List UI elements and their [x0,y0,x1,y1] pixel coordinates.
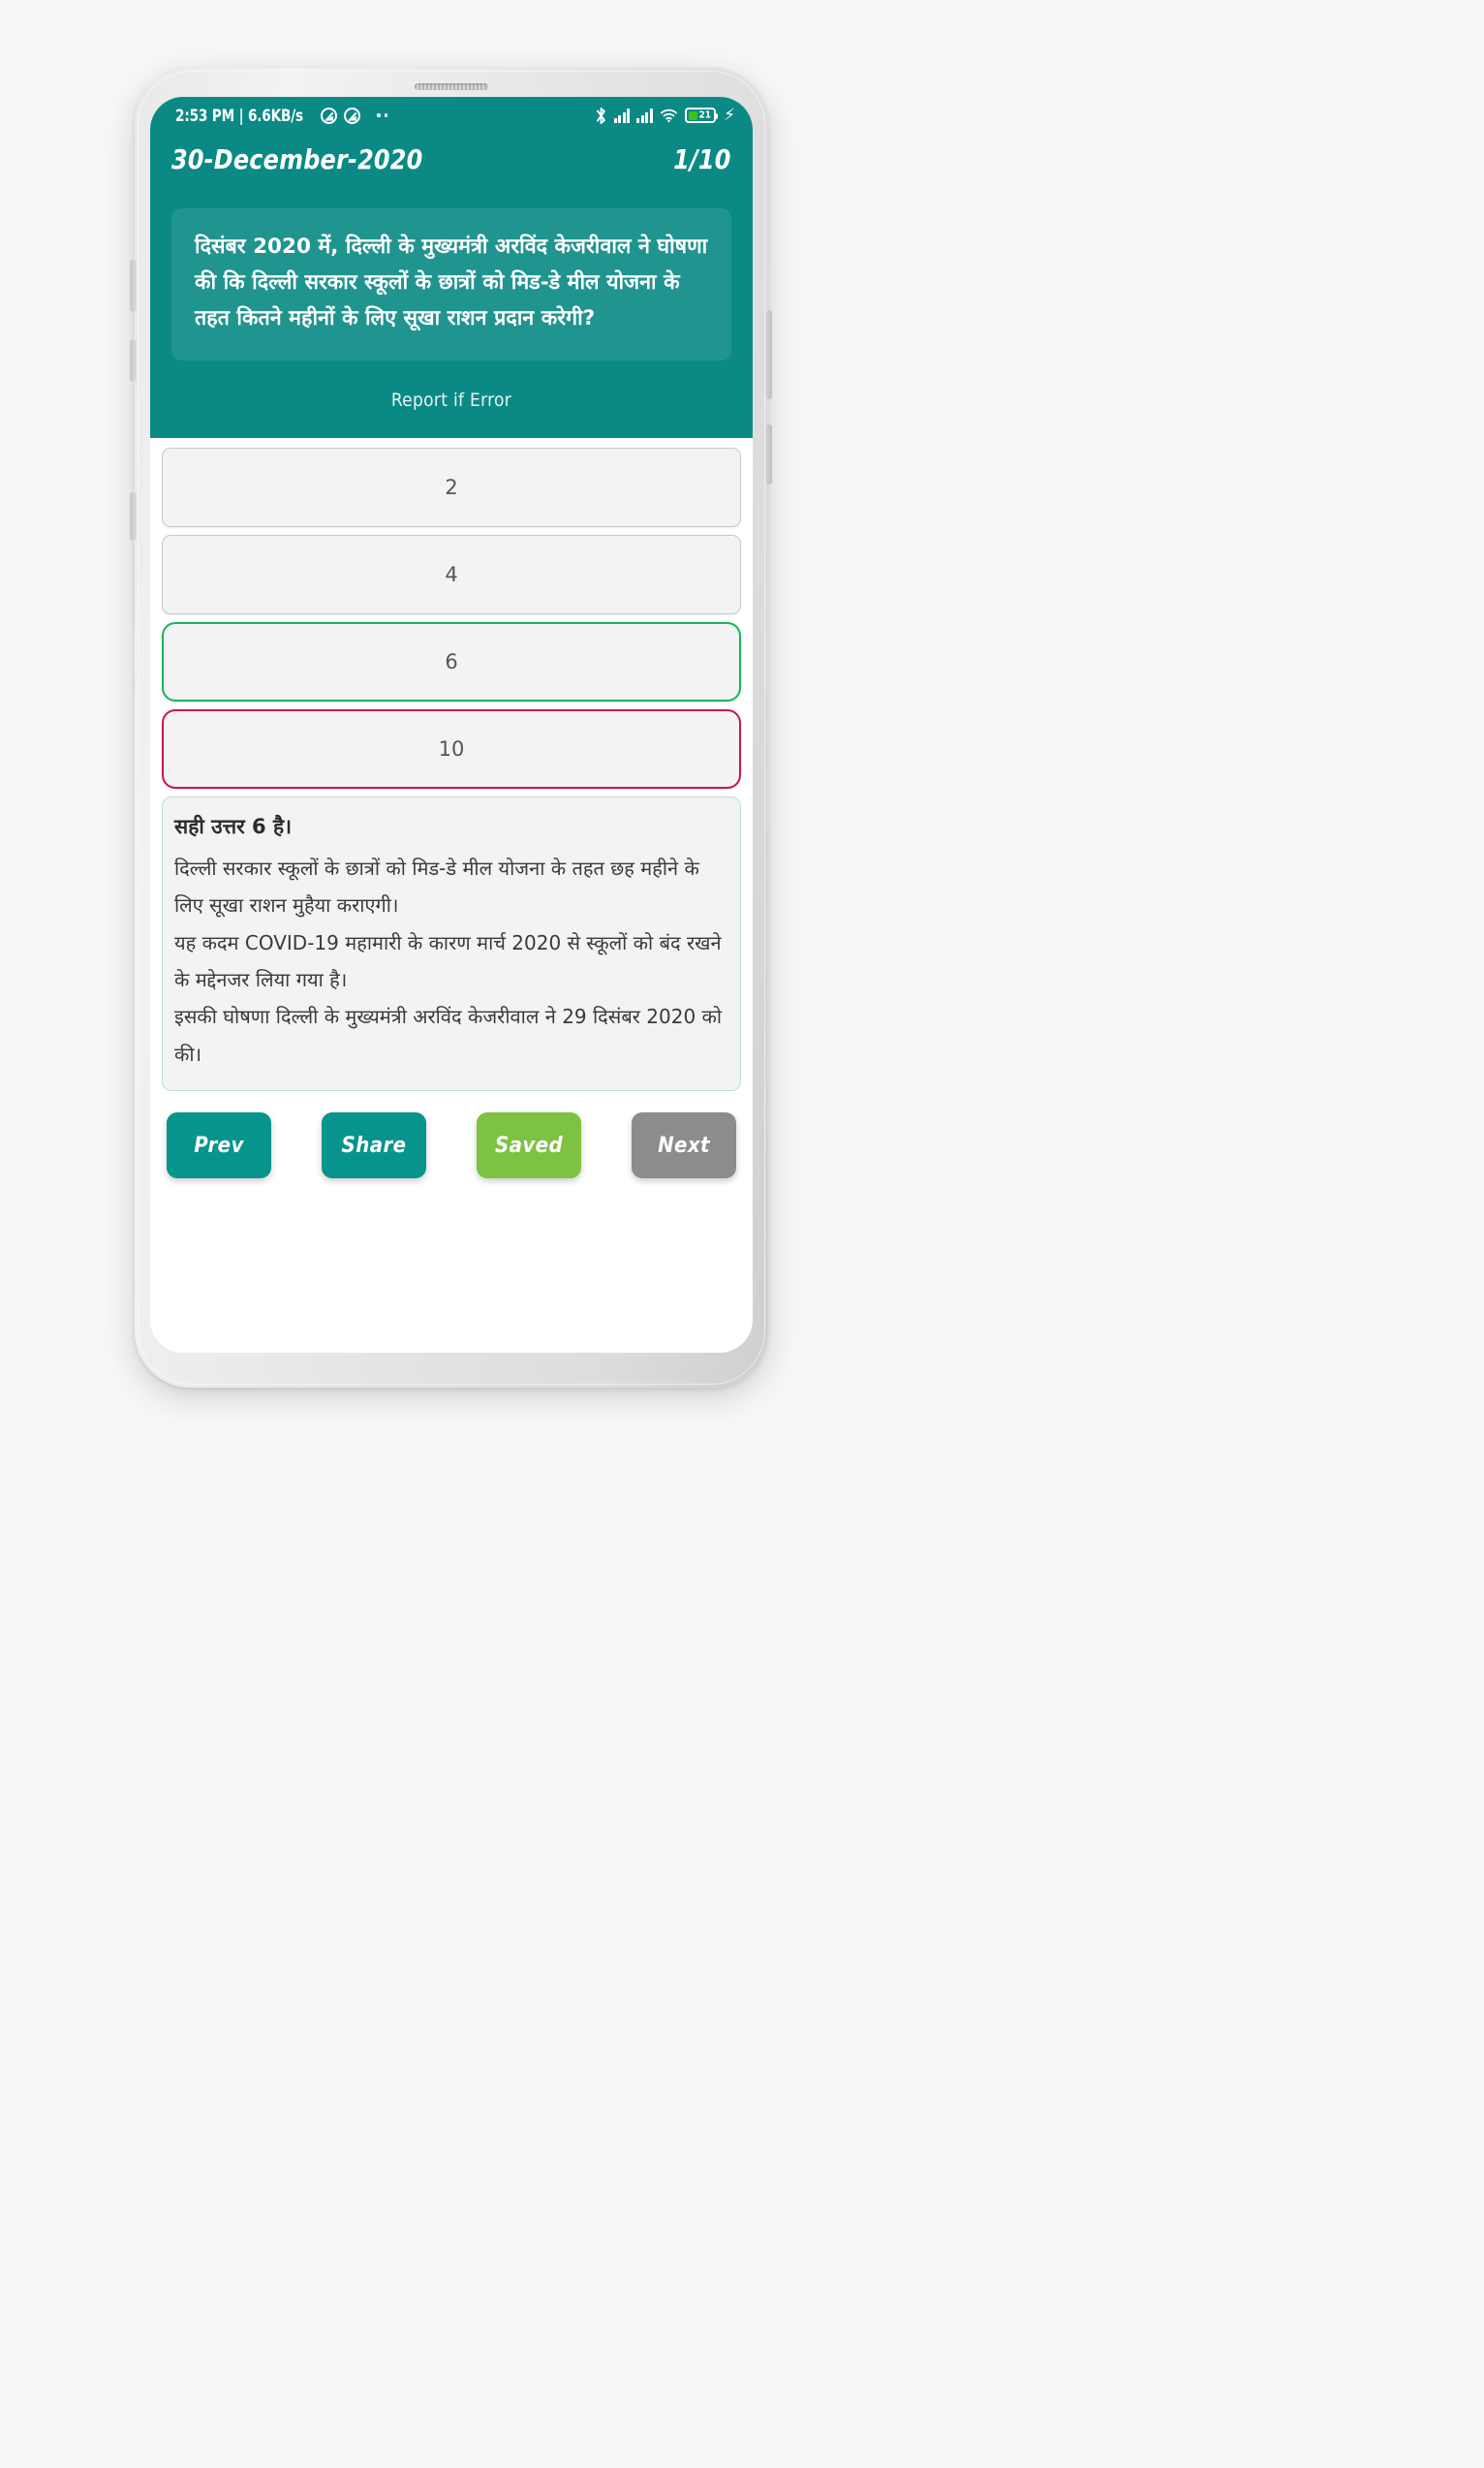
explanation-paragraph-1: दिल्ली सरकार स्कूलों के छात्रों को मिड-ड… [174,856,699,918]
next-button-label: Next [658,1133,710,1158]
left-side-button-c[interactable] [130,492,137,541]
next-button[interactable]: Next [632,1112,736,1179]
saved-button-label: Saved [494,1133,564,1158]
left-side-button-b[interactable] [130,339,137,382]
earpiece-speaker [415,83,488,90]
power-button[interactable] [766,310,772,399]
answer-option-1[interactable]: 2 [162,447,741,527]
charging-bolt-icon: ⚡ [724,105,735,125]
explanation-paragraph-3: इसकी घोषणा दिल्ली के मुख्यमंत्री अरविंद … [174,1005,723,1066]
wifi-icon [661,109,678,123]
screenshot-canvas: 2:53 PM | 6.6KB/s 21 ⚡ 30-December-2020 … [0,0,1484,2468]
explanation-paragraph-2: यह कदम COVID-19 महामारी के कारण मार्च 20… [174,930,722,992]
saved-button[interactable]: Saved [477,1112,581,1179]
status-bar-right-group: 21 ⚡ [595,105,735,125]
prev-button[interactable]: Prev [167,1112,271,1179]
explanation-box: सही उत्तर 6 है। दिल्ली सरकार स्कूलों के … [162,796,741,1092]
report-error-row[interactable]: Report if Error [150,360,753,438]
explanation-title: सही उत्तर 6 है। [174,814,293,838]
answer-option-4-label: 10 [438,736,465,761]
signal-bars-icon-sim2 [636,108,654,123]
no-signal-icon-1 [321,107,338,124]
share-button[interactable]: Share [322,1112,426,1179]
prev-button-label: Prev [194,1133,244,1158]
phone-screen: 2:53 PM | 6.6KB/s 21 ⚡ 30-December-2020 … [150,97,753,1353]
phone-device-frame: 2:53 PM | 6.6KB/s 21 ⚡ 30-December-2020 … [130,68,772,1388]
no-signal-icon-2 [344,107,361,124]
battery-percent-label: 21 [698,109,712,121]
report-if-error-link[interactable]: Report if Error [391,390,511,411]
answer-option-3-correct[interactable]: 6 [162,621,741,702]
answer-option-2[interactable]: 4 [162,534,741,614]
answer-option-2-label: 4 [445,562,458,586]
question-text: दिसंबर 2020 में, दिल्ली के मुख्यमंत्री अ… [195,234,708,330]
question-card: दिसंबर 2020 में, दिल्ली के मुख्यमंत्री अ… [171,208,731,360]
header-row: 30-December-2020 1/10 [150,134,753,189]
status-bar: 2:53 PM | 6.6KB/s 21 ⚡ [150,97,753,134]
share-button-label: Share [341,1133,407,1158]
answer-option-3-label: 6 [445,649,458,673]
more-dots-icon [377,113,388,117]
signal-bars-icon-sim1 [613,108,631,123]
quiz-date-title: 30-December-2020 [171,143,423,175]
footer-action-bar: Prev Share Saved Next [150,1091,753,1179]
answer-options-list: 2 4 6 10 [150,437,753,789]
quiz-header-section: 30-December-2020 1/10 दिसंबर 2020 में, द… [150,134,753,438]
status-bar-left-group: 2:53 PM | 6.6KB/s [175,106,388,125]
volume-button[interactable] [766,424,772,484]
battery-icon: 21 [685,108,719,123]
left-side-button-a[interactable] [130,260,137,312]
bluetooth-icon [596,107,605,124]
status-clock-and-netspeed: 2:53 PM | 6.6KB/s [175,106,303,125]
answer-option-1-label: 2 [445,475,458,499]
question-counter: 1/10 [673,143,731,175]
bottom-nav-strip [150,1198,753,1220]
answer-option-4-wrong[interactable]: 10 [162,708,741,789]
